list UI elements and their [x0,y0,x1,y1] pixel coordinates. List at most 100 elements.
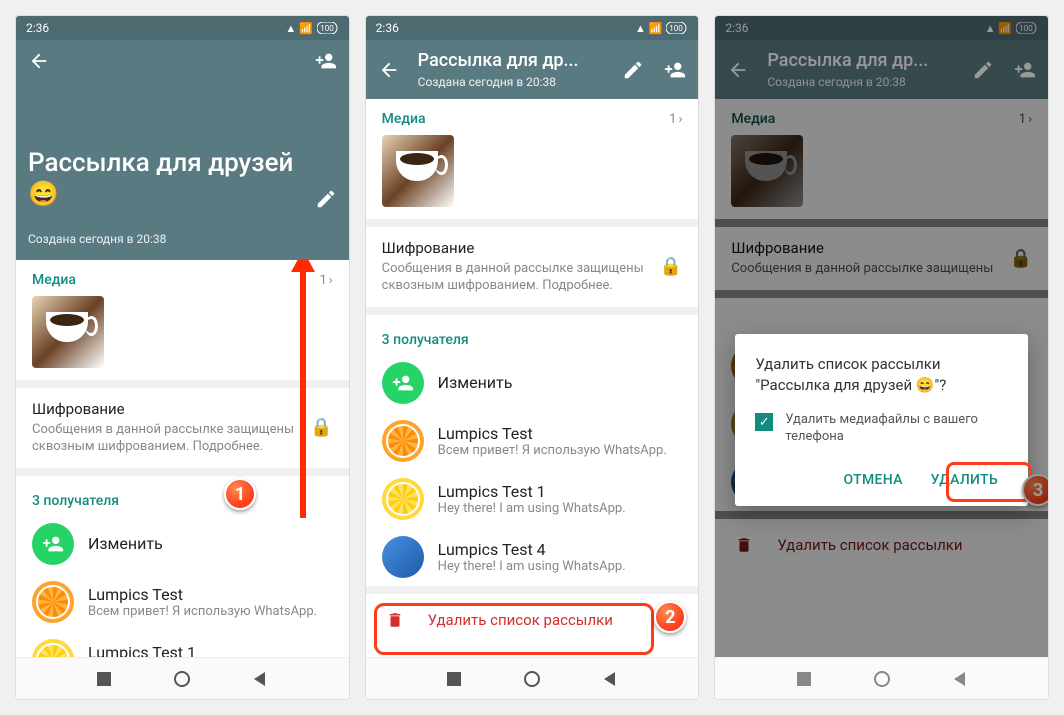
back-button [727,59,749,81]
avatar-icon [382,536,424,578]
battery-icon: 100 [666,22,688,34]
edit-label: Изменить [438,373,683,392]
broadcast-title: Рассылка для др... [767,50,928,71]
contact-row[interactable]: Lumpics Test 1 Hey there! I am using Wha… [16,631,349,657]
person-add-icon [42,533,64,555]
edit-avatar-icon [382,362,424,404]
arrow-left-icon [378,59,400,81]
add-person-button[interactable] [315,50,337,72]
media-section[interactable]: Медиа 1 › [366,99,699,227]
status-icons: ▲ 📶 100 [635,22,688,35]
created-label: Создана сегодня в 20:38 [767,75,905,89]
check-icon: ✓ [755,413,773,431]
contact-name: Lumpics Test [88,585,333,604]
delete-media-checkbox[interactable]: ✓ Удалить медиафайлы с вашего телефона [755,412,1008,446]
status-icons: ▲ 📶 100 [285,22,338,35]
contact-status: Hey there! I am using WhatsApp. [438,501,683,516]
avatar-icon [32,581,74,623]
contact-row[interactable]: Lumpics Test 1Hey there! I am using What… [366,470,699,528]
svg-text:100: 100 [670,24,684,33]
media-thumbnail[interactable] [32,296,104,368]
created-label: Создана сегодня в 20:38 [418,75,556,89]
contact-name: Lumpics Test 4 [438,540,683,559]
edit-recipients-row[interactable]: Изменить [16,515,349,573]
contact-row[interactable]: Lumpics Test 4Hey there! I am using What… [366,528,699,586]
status-time: 2:36 [376,21,399,35]
confirm-delete-button[interactable]: УДАЛИТЬ [921,464,1008,496]
svg-text:100: 100 [1019,24,1033,33]
edit-title-button [972,59,994,81]
nav-recent-button[interactable] [95,670,113,688]
app-header: Рассылка для друзей 😄 Создана сегодня в … [16,40,349,260]
created-label: Создана сегодня в 20:38 [28,232,166,246]
pencil-icon [315,188,337,210]
person-add-icon [392,372,414,394]
nav-home-button[interactable] [523,670,541,688]
nav-bar [366,657,699,699]
content-area: Медиа 1 › Шифрование Сообщения в данной … [16,260,349,657]
status-time: 2:36 [26,21,49,35]
status-bar: 2:36 ▲ 📶 100 [715,16,1048,40]
status-bar: 2:36 ▲ 📶 100 [16,16,349,40]
nav-back-button[interactable] [251,670,269,688]
encryption-title: Шифрование [382,239,648,257]
contact-status: Всем привет! Я использую WhatsApp. [88,604,333,619]
contact-name: Lumpics Test 1 [438,482,683,501]
avatar-icon [382,478,424,520]
status-time: 2:36 [725,21,748,35]
phone-screen-3: 2:36 ▲ 📶 100 Рассылка для др... Создана … [714,15,1049,700]
media-label: Медиа [382,111,426,127]
back-button[interactable] [28,50,50,72]
phone-screen-2: 2:36 ▲ 📶 100 Рассылка для др... Создана … [365,15,700,700]
nav-home-button[interactable] [173,670,191,688]
encryption-section[interactable]: Шифрование Сообщения в данной рассылке з… [366,227,699,315]
delete-broadcast-button[interactable]: Удалить список рассылки [366,586,699,646]
arrow-left-icon [28,50,50,72]
delete-confirm-dialog: Удалить список рассылки "Рассылка для др… [735,334,1028,506]
nav-home-button[interactable] [873,670,891,688]
person-add-icon [315,50,337,72]
back-button[interactable] [378,59,400,81]
add-person-button[interactable] [664,59,686,81]
contact-name: Lumpics Test [438,424,683,443]
encryption-section[interactable]: Шифрование Сообщения в данной рассылке з… [16,388,349,476]
cancel-button[interactable]: ОТМЕНА [834,464,913,496]
add-person-button [1014,59,1036,81]
svg-text:100: 100 [320,24,334,33]
media-count: 1 › [669,112,682,127]
avatar-icon [382,420,424,462]
wifi-icon: ▲ 📶 [285,22,312,35]
status-icons: ▲ 📶 100 [985,22,1038,35]
checkbox-label: Удалить медиафайлы с вашего телефона [785,412,1008,446]
status-bar: 2:36 ▲ 📶 100 [366,16,699,40]
broadcast-title: Рассылка для друзей [28,148,293,178]
nav-bar [715,657,1048,699]
pencil-icon [972,59,994,81]
nav-recent-button[interactable] [795,670,813,688]
phone-screen-1: 2:36 ▲ 📶 100 Рассылка для друзей 😄 Созда… [15,15,350,700]
recipients-header: 3 получателя [32,493,119,509]
pencil-icon [622,59,644,81]
edit-recipients-row[interactable]: Изменить [366,354,699,412]
edit-title-button[interactable] [315,188,337,210]
lock-icon: 🔒 [660,256,682,277]
content-area: Медиа 1 › Шифрование Сообщения в данной … [366,99,699,657]
nav-recent-button[interactable] [445,670,463,688]
media-label: Медиа [32,272,76,288]
contact-row[interactable]: Lumpics TestВсем привет! Я использую Wha… [366,412,699,470]
encryption-desc: Сообщения в данной рассылке защищены скв… [382,261,648,295]
contact-row[interactable]: Lumpics Test Всем привет! Я использую Wh… [16,573,349,631]
trash-icon [386,610,404,630]
edit-title-button[interactable] [622,59,644,81]
arrow-left-icon [727,59,749,81]
media-thumbnail[interactable] [382,135,454,207]
nav-back-button[interactable] [601,670,619,688]
encryption-title: Шифрование [32,400,298,418]
avatar-icon [32,639,74,657]
contact-status: Hey there! I am using WhatsApp. [438,559,683,574]
contact-name: Lumpics Test 1 [88,643,333,657]
nav-back-button[interactable] [951,670,969,688]
contact-status: Всем привет! Я использую WhatsApp. [438,443,683,458]
edit-label: Изменить [88,534,333,553]
media-section[interactable]: Медиа 1 › [16,260,349,388]
